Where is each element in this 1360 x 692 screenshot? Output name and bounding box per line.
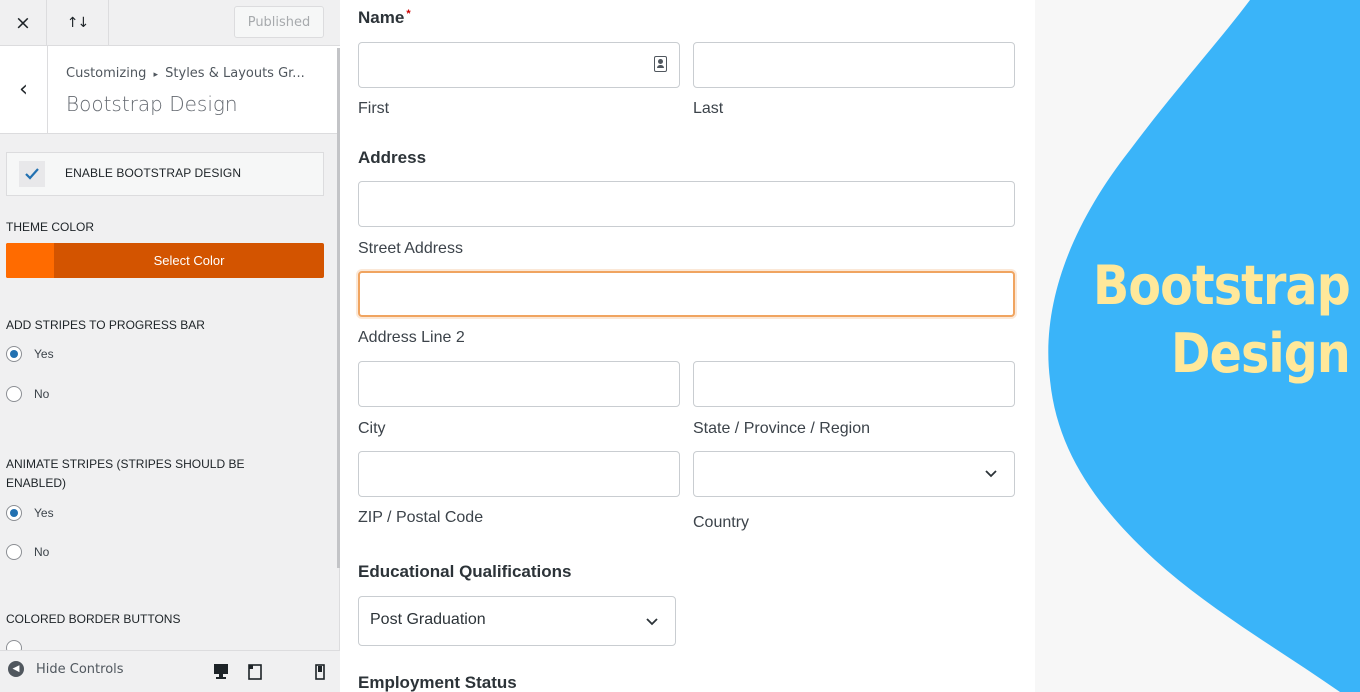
select-color-label: Select Color	[153, 253, 225, 268]
education-select[interactable]: Post Graduation	[358, 596, 676, 646]
stripes-label: ADD STRIPES TO PROGRESS BAR	[6, 318, 205, 332]
first-name-input[interactable]	[358, 42, 680, 88]
stripes-no-radio[interactable]	[6, 386, 22, 402]
breadcrumb-current: Styles & Layouts Gr...	[165, 66, 305, 81]
theme-color-label: THEME COLOR	[6, 220, 95, 234]
close-icon[interactable]: ×	[0, 0, 47, 45]
last-label: Last	[693, 100, 724, 117]
first-label: First	[358, 100, 390, 117]
animate-no-label: No	[34, 545, 50, 559]
banner-line-1: Bootstrap	[1093, 254, 1351, 317]
required-mark: *	[406, 8, 411, 20]
chevron-down-icon	[646, 618, 658, 626]
education-selected-value: Post Graduation	[370, 611, 486, 628]
animate-no-radio[interactable]	[6, 544, 22, 560]
name-heading: Name *	[358, 8, 411, 28]
tablet-preview-icon[interactable]	[247, 663, 263, 681]
hide-controls-button[interactable]: ◀ Hide Controls	[8, 661, 124, 677]
colored-border-label: COLORED BORDER BUTTONS	[6, 612, 181, 626]
section-title: Bootstrap Design	[66, 92, 238, 116]
zip-label: ZIP / Postal Code	[358, 509, 484, 526]
promo-banner: Bootstrap Design	[1035, 0, 1360, 692]
breadcrumb: Customizing ▸ Styles & Layouts Gr...	[66, 66, 305, 81]
country-label: Country	[693, 514, 750, 531]
zip-input[interactable]	[358, 451, 680, 497]
color-swatch	[6, 243, 54, 278]
desktop-preview-icon[interactable]	[213, 663, 229, 681]
chevron-down-icon	[985, 470, 997, 478]
stripes-yes-label: Yes	[34, 347, 54, 361]
customizer-topbar: × ↑↓ Published	[0, 0, 340, 46]
stripes-no-label: No	[34, 387, 50, 401]
address-heading: Address	[358, 148, 427, 167]
sidebar-scrollbar[interactable]	[337, 48, 340, 568]
hide-controls-label: Hide Controls	[36, 661, 124, 677]
back-chevron-icon[interactable]: ‹	[0, 46, 48, 133]
select-color-button[interactable]: Select Color	[6, 243, 324, 278]
enable-bootstrap-toggle[interactable]: ENABLE BOOTSTRAP DESIGN	[6, 152, 324, 196]
animate-stripes-label: ANIMATE STRIPES (STRIPES SHOULD BE ENABL…	[6, 457, 245, 490]
last-name-input[interactable]	[693, 42, 1015, 88]
collapse-icon: ◀	[8, 661, 24, 677]
address-line2-input[interactable]	[358, 271, 1015, 317]
state-input[interactable]	[693, 361, 1015, 407]
customizer-sidebar: × ↑↓ Published ‹ Customizing ▸ Styles & …	[0, 0, 340, 692]
banner-line-2: Design	[1171, 322, 1351, 385]
street-address-label: Street Address	[358, 240, 463, 257]
state-label: State / Province / Region	[693, 420, 870, 437]
education-heading: Educational Qualifications	[358, 562, 572, 581]
banner-title: Bootstrap Design	[1093, 252, 1351, 388]
published-button[interactable]: Published	[234, 6, 324, 38]
city-label: City	[358, 420, 386, 437]
stripes-yes-radio[interactable]	[6, 346, 22, 362]
breadcrumb-root: Customizing	[66, 66, 147, 81]
animate-yes-radio[interactable]	[6, 505, 22, 521]
contact-card-icon	[654, 56, 667, 72]
name-label: Name	[358, 8, 405, 27]
country-select[interactable]	[693, 451, 1015, 497]
street-address-input[interactable]	[358, 181, 1015, 227]
checkmark-icon[interactable]	[19, 161, 45, 187]
animate-yes-label: Yes	[34, 506, 54, 520]
breadcrumb-separator-icon: ▸	[153, 70, 159, 80]
mobile-preview-icon[interactable]	[312, 663, 328, 681]
address-line2-label: Address Line 2	[358, 329, 465, 346]
customizer-footer: ◀ Hide Controls	[0, 650, 340, 692]
employment-heading: Employment Status	[358, 673, 517, 692]
enable-bootstrap-label: ENABLE BOOTSTRAP DESIGN	[65, 166, 242, 180]
form-preview: Name * First Last Address Street Address …	[341, 0, 1035, 692]
city-input[interactable]	[358, 361, 680, 407]
reorder-icon[interactable]: ↑↓	[47, 0, 109, 45]
section-header: ‹ Customizing ▸ Styles & Layouts Gr... B…	[0, 46, 340, 134]
